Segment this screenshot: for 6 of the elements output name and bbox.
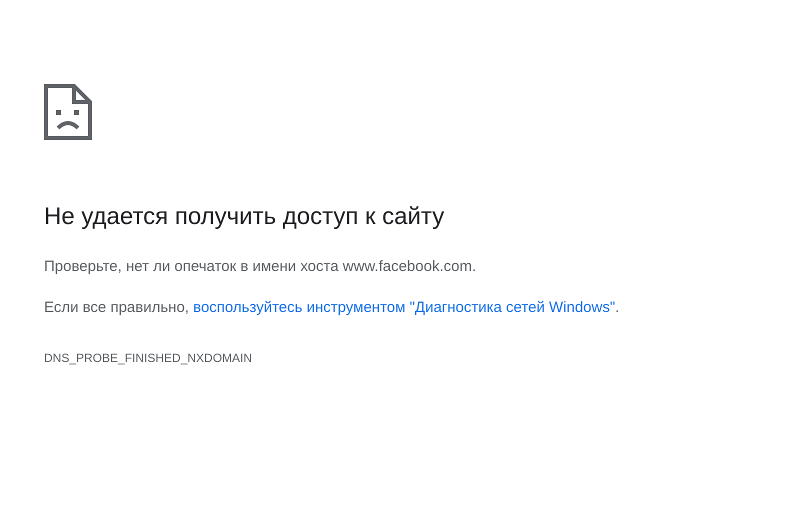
hint-text: Проверьте, нет ли опечаток в имени хоста www.facebook.com. bbox=[44, 257, 478, 277]
sad-page-icon bbox=[44, 84, 92, 140]
network-diagnostics-link[interactable]: воспользуйтесь инструментом "Диагностика сетей Windows" bbox=[193, 298, 616, 316]
error-code: DNS_PROBE_FINISHED_NXDOMAIN bbox=[44, 350, 254, 367]
error-title: Не удается получить доступ к сайту bbox=[44, 202, 446, 232]
suggestion-text: Если все правильно, воспользуйтесь инструментом "Диагностика сетей Windows". bbox=[44, 298, 620, 318]
